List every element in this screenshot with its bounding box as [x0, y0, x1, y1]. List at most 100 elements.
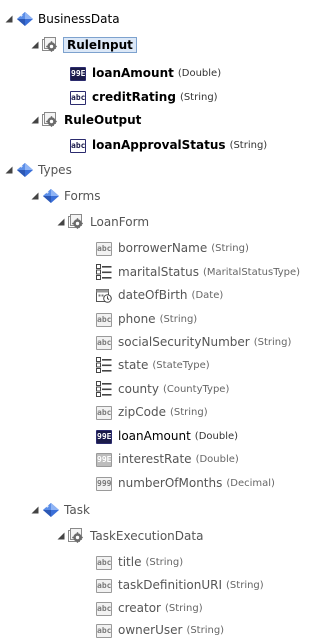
- string-type-icon: abc: [70, 90, 86, 105]
- tree-field-loan-amount[interactable]: 99E loanAmount (Double): [70, 63, 221, 83]
- node-label: RuleInput: [63, 37, 137, 53]
- class-gear-icon: [68, 214, 84, 230]
- field-type: (String): [253, 336, 292, 348]
- tree-field-loan-approval-status[interactable]: abc loanApprovalStatus (String): [70, 135, 267, 155]
- class-gear-icon: [42, 112, 58, 128]
- tree-field-date-of-birth[interactable]: dateOfBirth (Date): [96, 285, 223, 305]
- field-name: loanAmount: [92, 66, 174, 80]
- field-type: (String): [164, 602, 203, 614]
- field-type: (String): [145, 556, 184, 568]
- tree-field-zip-code[interactable]: abc zipCode (String): [96, 402, 208, 422]
- field-name: county: [118, 382, 159, 396]
- tree-field-credit-rating[interactable]: abc creditRating (String): [70, 87, 218, 107]
- tree-node-forms[interactable]: Forms: [30, 186, 100, 206]
- node-label: Task: [64, 503, 90, 517]
- field-type: (String): [229, 139, 268, 151]
- field-type: (MaritalStatusType): [202, 266, 301, 278]
- field-type: (Decimal): [226, 477, 275, 489]
- node-label: LoanForm: [90, 215, 150, 229]
- field-type: (String): [186, 624, 225, 636]
- field-type: (String): [159, 313, 198, 325]
- tree-node-task-execution-data[interactable]: TaskExecutionData: [56, 526, 203, 546]
- tree-node-rule-input[interactable]: RuleInput: [30, 35, 137, 55]
- field-type: (String): [179, 91, 218, 103]
- tree-node-task[interactable]: Task: [30, 500, 90, 520]
- number-type-icon: 99E: [70, 66, 86, 81]
- enum-list-icon: [96, 357, 112, 373]
- enum-list-icon: [96, 264, 112, 280]
- field-name: state: [118, 358, 149, 372]
- collapse-arrow-icon[interactable]: [30, 505, 40, 515]
- business-object-icon: [42, 502, 58, 518]
- string-type-icon: abc: [96, 623, 112, 638]
- tree-field-interest-rate[interactable]: 99E interestRate (Double): [96, 449, 239, 469]
- collapse-arrow-icon[interactable]: [4, 14, 14, 24]
- string-type-icon: abc: [96, 555, 112, 570]
- field-type: (String): [211, 242, 249, 254]
- collapse-arrow-icon[interactable]: [30, 191, 40, 201]
- field-name: interestRate: [118, 452, 192, 466]
- field-type: (String): [169, 406, 208, 418]
- business-object-icon: [42, 188, 58, 204]
- tree-field-owner-user[interactable]: abc ownerUser (String): [96, 620, 224, 640]
- string-type-icon: abc: [96, 241, 112, 256]
- tree-field-number-of-months[interactable]: 999 numberOfMonths (Decimal): [96, 473, 275, 493]
- field-type: (Date): [191, 289, 224, 301]
- field-type: (CountyType): [162, 383, 230, 395]
- node-label: TaskExecutionData: [90, 529, 204, 543]
- decimal-type-icon: 999: [96, 476, 112, 491]
- field-type: (Double): [177, 67, 222, 79]
- business-object-icon: [16, 11, 32, 27]
- field-type: (String): [226, 579, 264, 591]
- collapse-arrow-icon[interactable]: [30, 115, 40, 125]
- tree-field-task-definition-uri[interactable]: abc taskDefinitionURI (String): [96, 575, 264, 595]
- tree-node-business-data[interactable]: BusinessData: [4, 9, 120, 29]
- tree-field-borrower-name[interactable]: abc borrowerName (String): [96, 238, 249, 258]
- calendar-clock-icon: [96, 287, 112, 303]
- tree-node-types[interactable]: Types: [4, 160, 72, 180]
- node-label: Types: [38, 163, 72, 177]
- collapse-arrow-icon[interactable]: [56, 217, 66, 227]
- field-type: (StateType): [152, 359, 210, 371]
- node-label: RuleOutput: [64, 113, 142, 127]
- tree-field-loan-amount-form[interactable]: 99E loanAmount (Double): [96, 426, 238, 446]
- collapse-arrow-icon[interactable]: [4, 165, 14, 175]
- tree-node-rule-output[interactable]: RuleOutput: [30, 110, 141, 130]
- tree-field-title[interactable]: abc title (String): [96, 552, 183, 572]
- class-gear-icon: [68, 528, 84, 544]
- tree-node-loan-form[interactable]: LoanForm: [56, 212, 149, 232]
- string-type-icon: abc: [96, 405, 112, 420]
- field-name: creditRating: [92, 90, 176, 104]
- tree-field-phone[interactable]: abc phone (String): [96, 309, 197, 329]
- collapse-arrow-icon[interactable]: [30, 40, 40, 50]
- tree-field-creator[interactable]: abc creator (String): [96, 598, 203, 618]
- field-name: loanAmount: [118, 429, 191, 443]
- field-name: zipCode: [118, 405, 166, 419]
- field-type: (Double): [194, 430, 239, 442]
- string-type-icon: abc: [96, 335, 112, 350]
- field-name: dateOfBirth: [118, 288, 188, 302]
- field-name: phone: [118, 312, 156, 326]
- number-type-icon: 99E: [96, 452, 112, 467]
- tree-field-state[interactable]: state (StateType): [96, 355, 210, 375]
- field-name: taskDefinitionURI: [118, 578, 223, 592]
- field-name: title: [118, 555, 142, 569]
- data-tree: BusinessData RuleInput 99E loanAmount (D…: [0, 0, 323, 640]
- tree-field-county[interactable]: county (CountyType): [96, 379, 229, 399]
- number-type-icon: 99E: [96, 429, 112, 444]
- enum-list-icon: [96, 381, 112, 397]
- field-name: loanApprovalStatus: [92, 138, 226, 152]
- tree-field-marital-status[interactable]: maritalStatus (MaritalStatusType): [96, 262, 300, 282]
- class-gear-icon: [42, 37, 58, 53]
- field-name: socialSecurityNumber: [118, 335, 250, 349]
- string-type-icon: abc: [96, 601, 112, 616]
- field-name: numberOfMonths: [118, 476, 223, 490]
- tree-field-social-security-number[interactable]: abc socialSecurityNumber (String): [96, 332, 291, 352]
- field-name: ownerUser: [118, 623, 183, 637]
- business-object-icon: [16, 162, 32, 178]
- field-name: maritalStatus: [118, 265, 199, 279]
- field-name: borrowerName: [118, 241, 208, 255]
- field-type: (Double): [195, 453, 239, 465]
- collapse-arrow-icon[interactable]: [56, 531, 66, 541]
- string-type-icon: abc: [96, 578, 112, 593]
